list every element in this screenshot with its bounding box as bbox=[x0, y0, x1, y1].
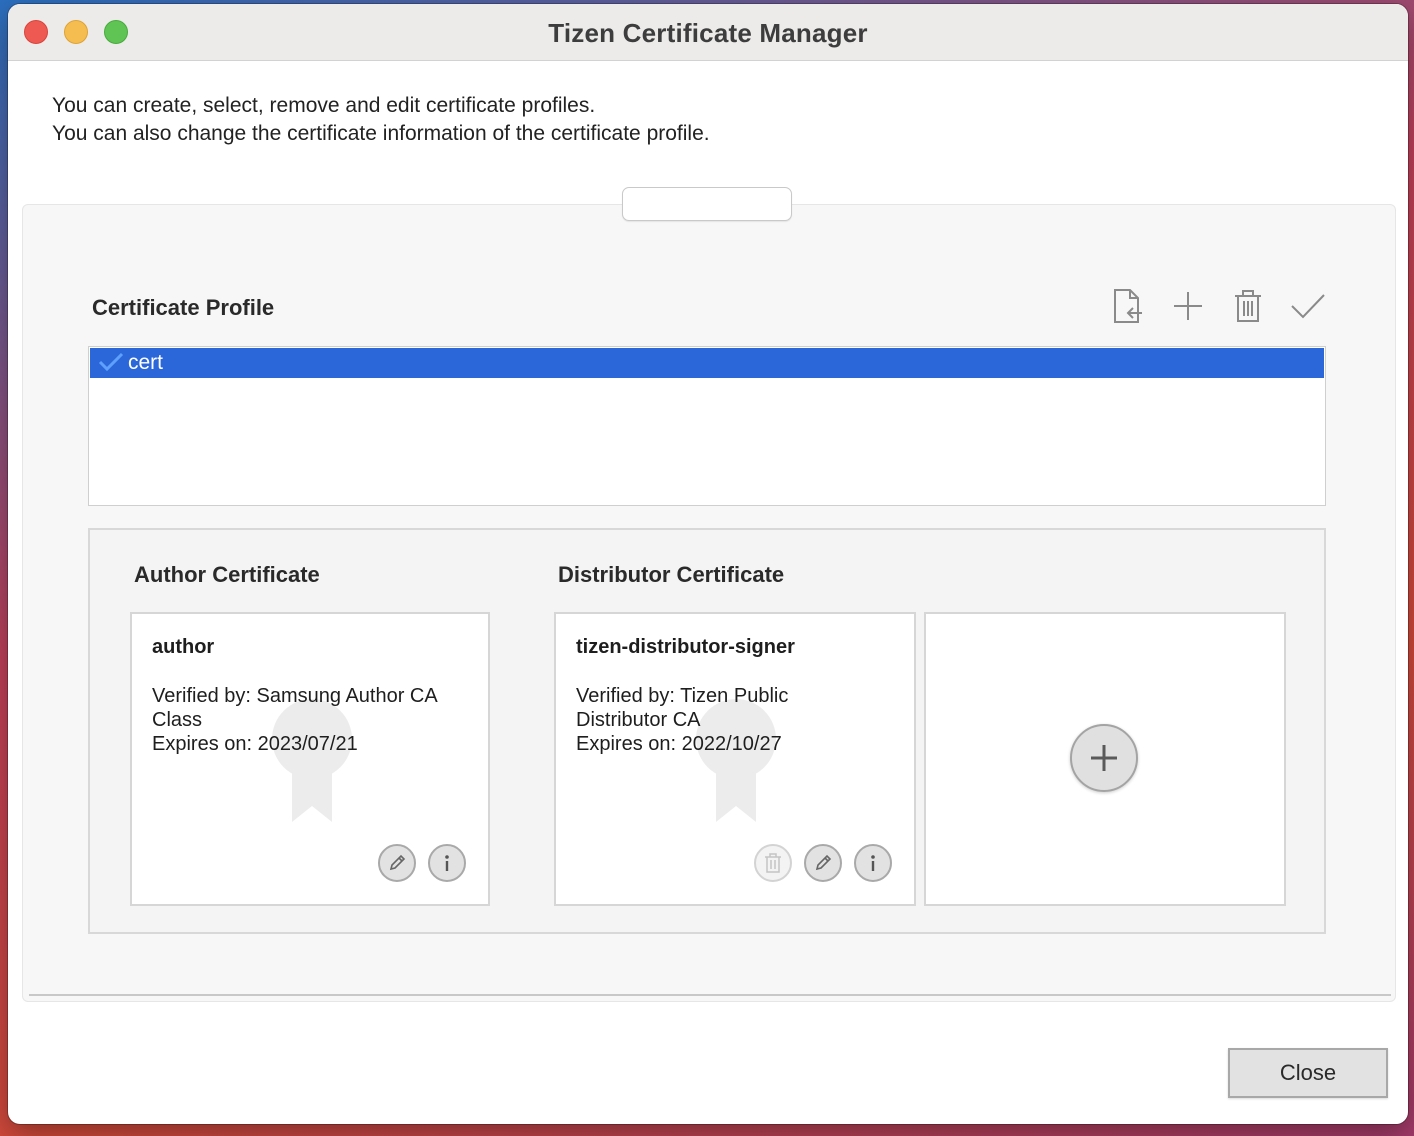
set-active-profile-button[interactable] bbox=[1288, 286, 1328, 326]
certificate-profile-list[interactable]: cert bbox=[88, 346, 1326, 506]
distributor-verified-line-2: Distributor CA bbox=[576, 709, 701, 731]
import-profile-icon bbox=[1114, 289, 1142, 323]
distributor-certificate-name: tizen-distributor-signer bbox=[576, 636, 795, 658]
distributor-expires: Expires on: 2022/10/27 bbox=[576, 733, 782, 755]
distributor-certificate-info: Verified by: Tizen Public Distributor CA… bbox=[576, 684, 900, 756]
title-bar: Tizen Certificate Manager bbox=[8, 4, 1408, 61]
certificate-manager-window: Tizen Certificate Manager You can create… bbox=[8, 4, 1408, 1124]
author-verified-line-1: Verified by: Samsung Author CA bbox=[152, 685, 438, 707]
author-info-button[interactable] bbox=[428, 844, 466, 882]
list-item[interactable]: cert bbox=[90, 348, 1324, 378]
author-certificate-card: author Verified by: Samsung Author CA Cl… bbox=[130, 612, 490, 906]
remove-profile-button[interactable] bbox=[1228, 286, 1268, 326]
author-certificate-title: Author Certificate bbox=[134, 562, 320, 587]
plus-icon bbox=[1091, 745, 1117, 771]
import-profile-button[interactable] bbox=[1108, 286, 1148, 326]
author-expires: Expires on: 2023/07/21 bbox=[152, 733, 358, 755]
author-certificate-name: author bbox=[152, 636, 215, 658]
info-icon bbox=[445, 855, 449, 871]
intro-line-1: You can create, select, remove and edit … bbox=[52, 94, 596, 117]
plus-icon bbox=[1174, 292, 1202, 320]
segmented-tab[interactable] bbox=[622, 187, 792, 221]
distributor-info-button[interactable] bbox=[854, 844, 892, 882]
intro-text: You can create, select, remove and edit … bbox=[52, 92, 710, 148]
distributor-certificate-card: tizen-distributor-signer Verified by: Ti… bbox=[554, 612, 916, 906]
distributor-certificate-title: Distributor Certificate bbox=[558, 562, 785, 587]
profile-name: cert bbox=[128, 351, 164, 374]
trash-icon bbox=[1235, 290, 1261, 322]
certificate-details-area: Author Certificate Distributor Certifica… bbox=[88, 528, 1326, 934]
delete-distributor-button[interactable] bbox=[754, 844, 792, 882]
certificate-profile-title: Certificate Profile bbox=[92, 295, 275, 320]
author-certificate-info: Verified by: Samsung Author CA Class Exp… bbox=[152, 684, 474, 756]
active-checkmark-icon bbox=[98, 352, 124, 372]
edit-distributor-button[interactable] bbox=[804, 844, 842, 882]
trash-icon bbox=[765, 853, 781, 873]
window-title: Tizen Certificate Manager bbox=[548, 18, 868, 48]
edit-author-button[interactable] bbox=[378, 844, 416, 882]
pencil-icon bbox=[815, 854, 832, 871]
intro-line-2: You can also change the certificate info… bbox=[52, 122, 710, 145]
close-button[interactable]: Close bbox=[1228, 1048, 1388, 1098]
add-distributor-card bbox=[924, 612, 1286, 906]
distributor-verified-line-1: Verified by: Tizen Public bbox=[576, 685, 789, 707]
pencil-icon bbox=[389, 854, 406, 871]
add-profile-button[interactable] bbox=[1168, 286, 1208, 326]
add-distributor-button[interactable] bbox=[1070, 724, 1138, 792]
info-icon bbox=[871, 855, 875, 871]
profile-toolbar bbox=[1108, 286, 1328, 326]
panel-divider bbox=[29, 994, 1391, 996]
checkmark-icon bbox=[1291, 294, 1325, 319]
author-verified-line-2: Class bbox=[152, 709, 203, 731]
